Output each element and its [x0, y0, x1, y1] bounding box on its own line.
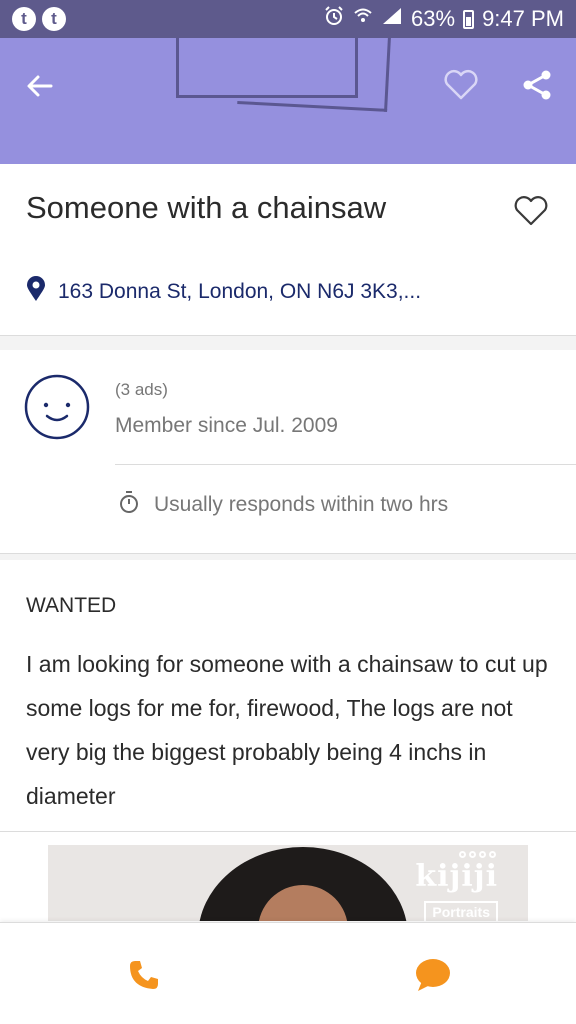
title-favorite-button[interactable]: [508, 190, 554, 236]
ad-type: WANTED: [26, 594, 117, 617]
wifi-icon: [353, 6, 373, 32]
battery-percent: 63%: [411, 6, 456, 31]
response-time-text: Usually responds within two hrs: [154, 493, 449, 516]
promo-subtitle: Portraits: [424, 901, 498, 921]
status-bar: t t 63% 9:47 PM: [0, 0, 576, 38]
avatar: [24, 374, 90, 440]
ad-location[interactable]: 163 Donna St, London, ON N6J 3K3,...: [26, 276, 421, 308]
stopwatch-icon: [118, 490, 140, 520]
location-text: 163 Donna St, London, ON N6J 3K3,...: [58, 280, 422, 303]
share-button[interactable]: [514, 64, 560, 110]
share-icon: [522, 69, 552, 106]
clock: 9:47 PM: [482, 6, 564, 31]
heart-outline-icon: [443, 69, 479, 106]
call-button[interactable]: [120, 953, 168, 1001]
logo-dots: [459, 851, 496, 858]
notification-app-icon: t: [12, 7, 36, 31]
divider: [115, 464, 576, 465]
description-section: WANTED I am looking for someone with a c…: [0, 560, 576, 832]
notification-app-icon: t: [42, 7, 66, 31]
alarm-icon: [323, 5, 345, 33]
section-divider: [0, 336, 576, 350]
location-pin-icon: [26, 276, 46, 308]
promo-banner[interactable]: kijiji Portraits: [48, 845, 528, 921]
back-button[interactable]: [18, 66, 62, 110]
back-arrow-icon: [24, 70, 56, 107]
kijiji-logo: kijiji: [415, 859, 498, 894]
signal-icon: [381, 6, 403, 32]
ad-title: Someone with a chainsaw: [26, 190, 387, 225]
header-banner: [0, 38, 576, 164]
response-time: Usually responds within two hrs: [118, 490, 448, 520]
battery-icon: [463, 9, 475, 29]
bottom-action-bar: [0, 922, 576, 1024]
chat-button[interactable]: [408, 953, 456, 1001]
favorite-button[interactable]: [438, 64, 484, 110]
heart-outline-icon: [513, 195, 549, 232]
system-status: 63% 9:47 PM: [323, 5, 564, 33]
seller-section[interactable]: (3 ads) Member since Jul. 2009 Usually r…: [0, 350, 576, 554]
ad-title-section: Someone with a chainsaw 163 Donna St, Lo…: [0, 164, 576, 336]
decorative-frame: [237, 38, 393, 112]
seller-ads-count[interactable]: (3 ads): [115, 380, 168, 400]
ad-description: I am looking for someone with a chainsaw…: [26, 651, 548, 809]
notification-icons: t t: [12, 7, 66, 31]
phone-icon: [127, 958, 161, 997]
member-since: Member since Jul. 2009: [115, 414, 338, 437]
chat-bubble-icon: [412, 957, 452, 998]
